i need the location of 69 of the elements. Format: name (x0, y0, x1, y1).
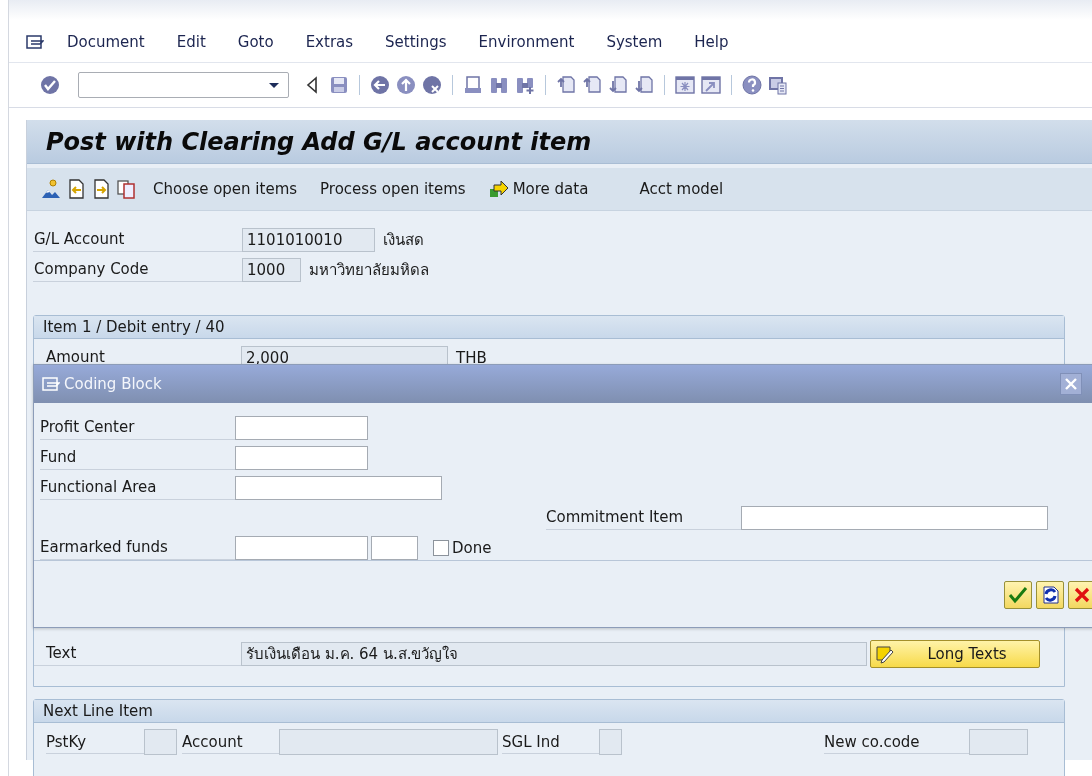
menu-item[interactable]: Extras (304, 31, 355, 53)
checkbox-label: Done (452, 538, 492, 557)
input-field[interactable] (969, 728, 1028, 755)
menu-icon[interactable] (26, 34, 44, 50)
dialog-icon (42, 376, 60, 392)
cancel-icon[interactable] (422, 75, 442, 95)
input-field[interactable] (279, 728, 498, 755)
toolbar-button[interactable]: Choose open items (147, 180, 304, 198)
toolbar-button[interactable]: More data (482, 179, 595, 199)
field-description: มหาวิทยาลัยมหิดล (309, 259, 429, 281)
last-page-icon[interactable] (634, 75, 654, 95)
menu-item[interactable]: System (605, 31, 664, 53)
currency-label: THB (456, 348, 487, 367)
input-field[interactable]: 1000 (242, 257, 301, 282)
menu-item[interactable]: Edit (175, 31, 207, 53)
field-description: เงินสด (383, 229, 424, 251)
toolbar-button[interactable]: Acct model (633, 180, 730, 198)
dropdown-icon[interactable] (268, 80, 280, 90)
save-icon[interactable] (329, 75, 349, 95)
pencil-note-icon (875, 643, 895, 664)
print-icon[interactable] (463, 75, 483, 95)
menu-item[interactable]: Document (66, 31, 146, 53)
long-texts-button[interactable]: Long Texts (870, 639, 1040, 668)
menu-item[interactable]: Help (693, 31, 730, 53)
cancel-button[interactable] (1068, 581, 1092, 609)
input-field[interactable] (371, 535, 418, 560)
input-field[interactable] (741, 505, 1048, 530)
checkbox[interactable] (433, 539, 449, 556)
cross-icon (1072, 585, 1092, 605)
new-window-icon[interactable] (675, 75, 695, 95)
find-next-icon[interactable] (515, 75, 535, 95)
check-icon (1008, 585, 1028, 605)
menu-item[interactable]: Settings (384, 31, 448, 53)
monitor-icon[interactable] (768, 75, 788, 95)
first-page-icon[interactable] (556, 75, 576, 95)
next-document-icon[interactable] (91, 179, 111, 199)
close-icon[interactable] (1060, 373, 1082, 395)
input-field[interactable]: รับเงินเดือน ม.ค. 64 น.ส.ขวัญใจ (241, 641, 867, 666)
next-page-icon[interactable] (608, 75, 628, 95)
refresh-button[interactable] (1036, 581, 1064, 609)
help-icon[interactable] (742, 75, 762, 95)
screen-title: Post with Clearing Add G/L account item (46, 127, 592, 156)
command-field[interactable] (78, 72, 289, 98)
input-field[interactable]: 1101010010 (242, 227, 375, 252)
shortcut-icon[interactable] (701, 75, 721, 95)
toolbar-button[interactable]: Process open items (314, 180, 472, 198)
person-mountain-icon[interactable] (41, 179, 61, 199)
previous-page-icon[interactable] (582, 75, 602, 95)
field-label: Company Code (33, 257, 242, 282)
input-field[interactable] (235, 535, 368, 560)
arrow-icon (488, 179, 509, 199)
menu-item[interactable]: Goto (236, 31, 275, 53)
refresh-icon (1040, 585, 1060, 605)
input-field[interactable] (235, 415, 368, 440)
previous-document-icon[interactable] (66, 179, 86, 199)
input-field[interactable] (235, 445, 368, 470)
group-title: Next Line Item (34, 700, 1064, 723)
check-icon[interactable] (40, 75, 60, 95)
find-icon[interactable] (489, 75, 509, 95)
input-field[interactable] (144, 728, 177, 755)
copy-icon[interactable] (116, 179, 136, 199)
input-field[interactable] (235, 475, 442, 500)
input-field[interactable] (599, 728, 622, 755)
menu-item[interactable]: Environment (477, 31, 576, 53)
field-label: Text (34, 641, 241, 666)
field-label: G/L Account (33, 227, 242, 252)
confirm-button[interactable] (1004, 581, 1032, 609)
dialog-title: Coding Block (64, 375, 162, 393)
group-title: Item 1 / Debit entry / 40 (34, 316, 1064, 339)
